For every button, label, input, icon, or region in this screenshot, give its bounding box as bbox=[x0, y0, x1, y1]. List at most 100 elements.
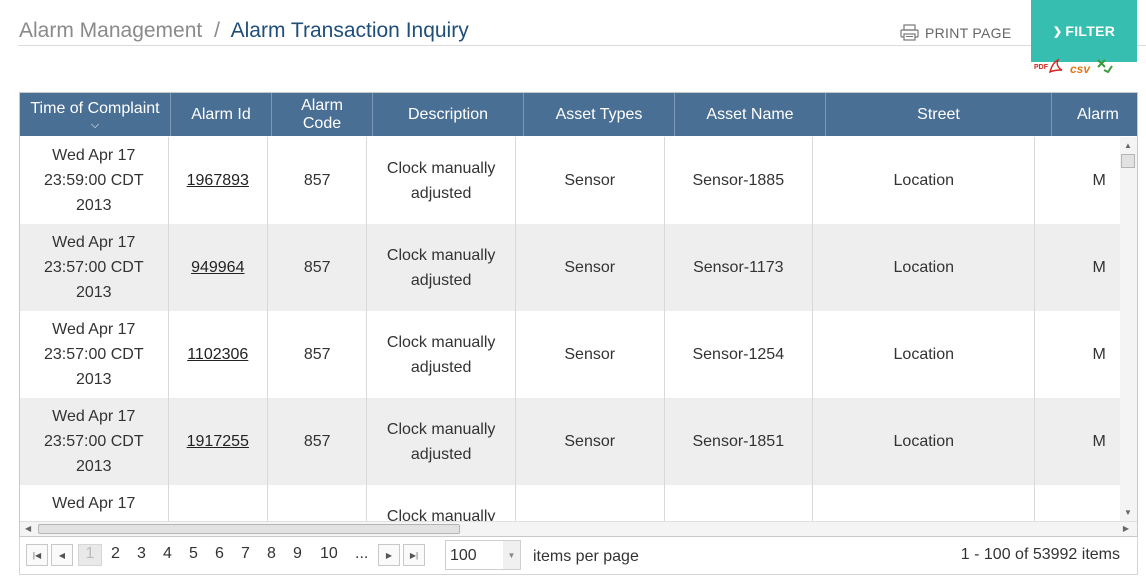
time-line: 23:57:00 CDT bbox=[43, 346, 144, 363]
description-line: adjusted bbox=[410, 184, 472, 202]
page-link[interactable]: 6 bbox=[215, 545, 224, 563]
first-page-icon[interactable]: |◀ bbox=[26, 544, 48, 566]
description-line: Clock manually bbox=[386, 508, 496, 521]
column-header-time-of-complaint[interactable]: Time of Complaint ⌵ bbox=[20, 93, 171, 136]
prev-page-icon[interactable]: ◀ bbox=[51, 544, 73, 566]
description-line: adjusted bbox=[410, 445, 472, 463]
scroll-left-icon[interactable]: ◀ bbox=[25, 524, 31, 533]
page-link[interactable]: 5 bbox=[189, 545, 198, 563]
alarm-code-cell: 857 bbox=[268, 398, 368, 485]
page-link[interactable]: 2 bbox=[111, 545, 120, 563]
breadcrumb-parent[interactable]: Alarm Management bbox=[19, 19, 202, 42]
column-header-alarm-id[interactable]: Alarm Id bbox=[171, 93, 272, 136]
asset-type-cell: Sensor bbox=[516, 398, 665, 485]
asset-name-cell: Sensor-1254 bbox=[665, 311, 814, 398]
column-header-street[interactable]: Street bbox=[826, 93, 1052, 136]
header-divider bbox=[18, 45, 1146, 46]
column-header-asset-types[interactable]: Asset Types bbox=[524, 93, 675, 136]
column-header-label: Time of Complaint bbox=[30, 99, 160, 117]
chevron-down-icon[interactable]: ▼ bbox=[503, 541, 520, 569]
alarm-id-link[interactable]: 949964 bbox=[191, 255, 244, 280]
alarm-id-cell: 1917255 bbox=[169, 398, 268, 485]
alarm-id-cell bbox=[169, 485, 268, 521]
time-line: Wed Apr 17 bbox=[52, 234, 136, 251]
page-size-select[interactable]: 100 ▼ bbox=[445, 540, 521, 570]
csv-export-icon[interactable]: csv bbox=[1070, 62, 1090, 76]
filter-button[interactable]: ❯ FILTER bbox=[1031, 0, 1137, 62]
asset-name-cell bbox=[665, 485, 814, 521]
table-row[interactable]: Wed Apr 17 23:57:00 CDT 2013 1917255 857 C… bbox=[20, 398, 1120, 485]
description-line: Clock manually bbox=[386, 420, 496, 438]
asset-name-cell: Sensor-1851 bbox=[665, 398, 814, 485]
alarm-id-link[interactable]: 1967893 bbox=[187, 168, 249, 193]
page-header: Alarm Management / Alarm Transaction Inq… bbox=[0, 0, 1146, 62]
description-line: Clock manually bbox=[386, 333, 496, 351]
print-page-button[interactable]: PRINT PAGE bbox=[900, 24, 1012, 41]
column-header-label: Asset Name bbox=[706, 105, 794, 123]
column-header-alarm[interactable]: Alarm bbox=[1052, 93, 1137, 136]
page-link[interactable]: 3 bbox=[137, 545, 146, 563]
time-line: 23:59:00 CDT bbox=[43, 172, 144, 189]
description-line: Clock manually bbox=[386, 159, 496, 177]
time-line: Wed Apr 17 bbox=[52, 147, 136, 164]
page-link[interactable]: 9 bbox=[293, 545, 302, 563]
column-header-label: Description bbox=[407, 105, 489, 123]
alarm-id-link[interactable]: 1102306 bbox=[187, 342, 248, 367]
excel-export-icon[interactable] bbox=[1096, 58, 1114, 79]
column-header-asset-name[interactable]: Asset Name bbox=[675, 93, 826, 136]
street-cell: Location bbox=[813, 311, 1036, 398]
page-link[interactable]: 7 bbox=[241, 545, 250, 563]
horizontal-scroll-thumb[interactable] bbox=[38, 524, 460, 534]
time-line: 23:57:00 CDT bbox=[43, 433, 144, 450]
print-page-label: PRINT PAGE bbox=[925, 24, 1012, 41]
printer-icon bbox=[900, 24, 919, 41]
filter-label: FILTER bbox=[1065, 23, 1116, 39]
street-cell: Location bbox=[813, 224, 1036, 311]
column-header-label: Alarm Code bbox=[301, 96, 343, 132]
alarm-id-cell: 1102306 bbox=[169, 311, 268, 398]
page-link[interactable]: 4 bbox=[163, 545, 172, 563]
horizontal-scrollbar[interactable]: ◀ ▶ bbox=[20, 521, 1137, 536]
column-header-label: Asset Types bbox=[555, 105, 643, 123]
grid-header: Time of Complaint ⌵ Alarm Id Alarm Code … bbox=[20, 93, 1137, 136]
description-cell: Clock manually adjusted bbox=[367, 398, 516, 485]
page-link[interactable]: 8 bbox=[267, 545, 276, 563]
scroll-right-icon[interactable]: ▶ bbox=[1123, 524, 1129, 533]
time-cell: Wed Apr 17 bbox=[20, 485, 169, 521]
column-header-alarm-code[interactable]: Alarm Code bbox=[272, 93, 373, 136]
time-line: 2013 bbox=[75, 197, 112, 214]
asset-type-cell: Sensor bbox=[516, 137, 665, 224]
scroll-down-icon[interactable]: ▼ bbox=[1124, 508, 1132, 517]
page-link[interactable]: 10 bbox=[320, 545, 338, 563]
scroll-up-icon[interactable]: ▲ bbox=[1124, 141, 1132, 150]
vertical-scroll-thumb[interactable] bbox=[1121, 154, 1135, 168]
street-cell: Location bbox=[813, 137, 1036, 224]
description-cell: Clock manually adjusted bbox=[367, 224, 516, 311]
time-cell: Wed Apr 17 23:57:00 CDT 2013 bbox=[20, 398, 169, 485]
table-row[interactable]: Wed Apr 17 23:59:00 CDT 2013 1967893 857 C… bbox=[20, 137, 1120, 224]
alarm-grid: Time of Complaint ⌵ Alarm Id Alarm Code … bbox=[19, 92, 1138, 537]
next-page-icon[interactable]: ▶ bbox=[378, 544, 400, 566]
asset-type-cell: Sensor bbox=[516, 311, 665, 398]
breadcrumb: Alarm Management / Alarm Transaction Inq… bbox=[19, 19, 469, 43]
table-row[interactable]: Wed Apr 17 23:57:00 CDT 2013 949964 857 Cl… bbox=[20, 224, 1120, 311]
description-cell: Clock manually adjusted bbox=[367, 311, 516, 398]
description-cell: Clock manually adjusted bbox=[367, 137, 516, 224]
chevron-down-icon: ⌵ bbox=[90, 118, 100, 131]
vertical-scrollbar[interactable]: ▲ ▼ bbox=[1120, 137, 1137, 521]
description-line: adjusted bbox=[410, 358, 472, 376]
page-link-more[interactable]: ... bbox=[355, 545, 368, 563]
description-line: Clock manually bbox=[386, 246, 496, 264]
table-row[interactable]: Wed Apr 17 Clock manually bbox=[20, 485, 1120, 521]
grid-body: Wed Apr 17 23:59:00 CDT 2013 1967893 857 C… bbox=[20, 137, 1120, 521]
description-cell: Clock manually bbox=[367, 485, 516, 521]
time-line: Wed Apr 17 bbox=[52, 408, 136, 425]
street-cell bbox=[813, 485, 1036, 521]
pdf-export-icon[interactable]: PDF bbox=[1034, 58, 1064, 79]
time-line: 2013 bbox=[75, 458, 112, 475]
export-toolbar: PDF csv bbox=[1034, 58, 1120, 79]
last-page-icon[interactable]: ▶| bbox=[403, 544, 425, 566]
alarm-id-link[interactable]: 1917255 bbox=[187, 429, 249, 454]
column-header-description[interactable]: Description bbox=[373, 93, 524, 136]
table-row[interactable]: Wed Apr 17 23:57:00 CDT 2013 1102306 857 C… bbox=[20, 311, 1120, 398]
